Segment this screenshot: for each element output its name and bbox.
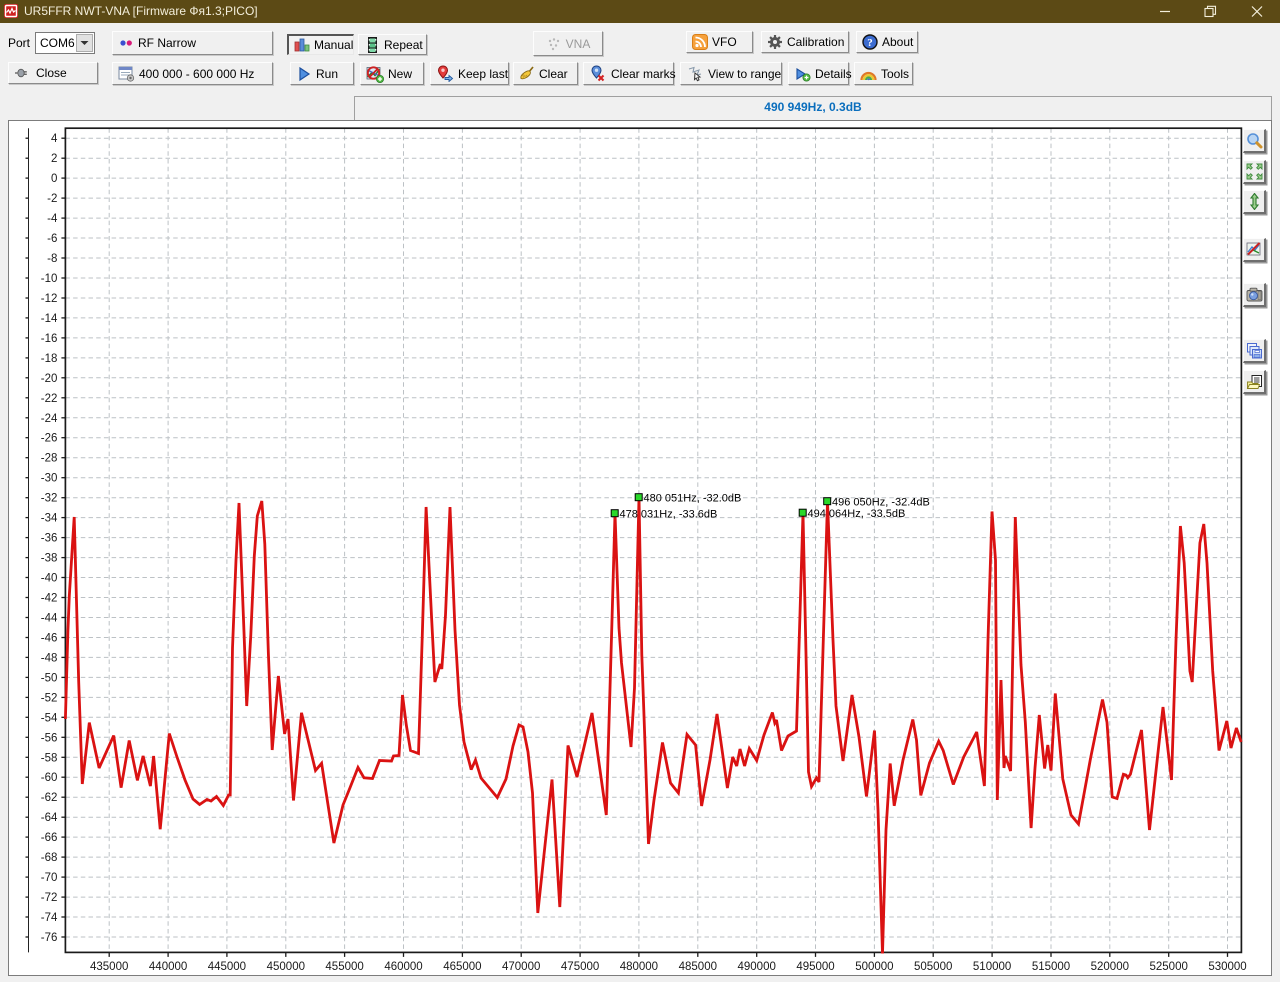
svg-text:-70: -70 bbox=[41, 872, 58, 884]
svg-text:490000: 490000 bbox=[738, 961, 776, 973]
svg-text:500000: 500000 bbox=[855, 961, 893, 973]
svg-text:-36: -36 bbox=[41, 533, 58, 545]
svg-text:-40: -40 bbox=[41, 573, 58, 585]
svg-text:-30: -30 bbox=[41, 473, 58, 485]
svg-text:-20: -20 bbox=[41, 373, 58, 385]
svg-text:-28: -28 bbox=[41, 453, 58, 465]
svg-text:-60: -60 bbox=[41, 772, 58, 784]
svg-text:-58: -58 bbox=[41, 752, 58, 764]
svg-text:530000: 530000 bbox=[1208, 961, 1246, 973]
svg-text:-46: -46 bbox=[41, 633, 58, 645]
svg-text:-34: -34 bbox=[41, 513, 58, 525]
svg-text:-12: -12 bbox=[41, 293, 58, 305]
svg-text:-76: -76 bbox=[41, 932, 58, 944]
svg-text:445000: 445000 bbox=[208, 961, 246, 973]
svg-text:-8: -8 bbox=[47, 253, 57, 265]
svg-text:-52: -52 bbox=[41, 692, 58, 704]
svg-text:-4: -4 bbox=[47, 213, 58, 225]
svg-text:435000: 435000 bbox=[90, 961, 128, 973]
svg-text:480000: 480000 bbox=[620, 961, 658, 973]
svg-text:525000: 525000 bbox=[1150, 961, 1188, 973]
svg-text:-32: -32 bbox=[41, 493, 58, 505]
svg-text:-62: -62 bbox=[41, 792, 58, 804]
svg-text:-18: -18 bbox=[41, 353, 58, 365]
svg-text:440000: 440000 bbox=[149, 961, 187, 973]
svg-text:515000: 515000 bbox=[1032, 961, 1070, 973]
svg-text:-64: -64 bbox=[41, 812, 58, 824]
svg-text:505000: 505000 bbox=[914, 961, 952, 973]
svg-text:-38: -38 bbox=[41, 553, 58, 565]
svg-text:2: 2 bbox=[51, 153, 57, 165]
svg-text:-50: -50 bbox=[41, 672, 58, 684]
svg-text:-72: -72 bbox=[41, 892, 58, 904]
svg-text:-48: -48 bbox=[41, 652, 58, 664]
svg-text:450000: 450000 bbox=[267, 961, 305, 973]
svg-text:520000: 520000 bbox=[1091, 961, 1129, 973]
svg-text:485000: 485000 bbox=[679, 961, 717, 973]
svg-text:-14: -14 bbox=[41, 313, 58, 325]
svg-text:-44: -44 bbox=[41, 613, 58, 625]
svg-text:?: ? bbox=[867, 37, 873, 49]
svg-text:-2: -2 bbox=[47, 193, 57, 205]
svg-text:0: 0 bbox=[51, 173, 57, 185]
svg-text:-6: -6 bbox=[47, 233, 57, 245]
svg-text:4: 4 bbox=[51, 133, 58, 145]
svg-text:-42: -42 bbox=[41, 593, 58, 605]
svg-text:-68: -68 bbox=[41, 852, 58, 864]
svg-text:-66: -66 bbox=[41, 832, 58, 844]
svg-text:-26: -26 bbox=[41, 433, 58, 445]
svg-text:-24: -24 bbox=[41, 413, 58, 425]
svg-text:-56: -56 bbox=[41, 732, 58, 744]
svg-text:-74: -74 bbox=[41, 912, 58, 924]
svg-text:460000: 460000 bbox=[384, 961, 422, 973]
svg-text:480 051Hz, -32.0dB: 480 051Hz, -32.0dB bbox=[644, 493, 742, 505]
svg-text:-54: -54 bbox=[41, 712, 58, 724]
svg-text:496 050Hz, -32.4dB: 496 050Hz, -32.4dB bbox=[832, 497, 930, 509]
svg-text:455000: 455000 bbox=[325, 961, 363, 973]
svg-text:494 064Hz, -33.5dB: 494 064Hz, -33.5dB bbox=[808, 508, 906, 520]
svg-text:-16: -16 bbox=[41, 333, 58, 345]
svg-text:510000: 510000 bbox=[973, 961, 1011, 973]
svg-text:-10: -10 bbox=[41, 273, 58, 285]
svg-text:470000: 470000 bbox=[502, 961, 540, 973]
svg-text:495000: 495000 bbox=[796, 961, 834, 973]
svg-text:478 031Hz, -33.6dB: 478 031Hz, -33.6dB bbox=[620, 509, 718, 521]
svg-text:475000: 475000 bbox=[561, 961, 599, 973]
svg-text:-22: -22 bbox=[41, 393, 58, 405]
svg-text:465000: 465000 bbox=[443, 961, 481, 973]
